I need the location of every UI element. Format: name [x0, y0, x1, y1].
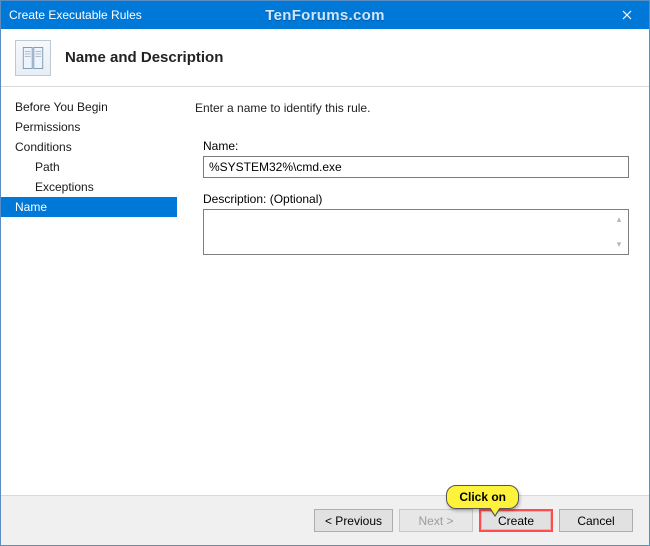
- wizard-icon: [15, 40, 51, 76]
- description-input[interactable]: ▴ ▾: [203, 209, 629, 255]
- next-button: Next >: [399, 509, 473, 532]
- close-icon: [622, 10, 632, 20]
- instruction-text: Enter a name to identify this rule.: [195, 101, 629, 115]
- scroll-up-icon: ▴: [617, 214, 622, 225]
- name-input[interactable]: [203, 156, 629, 178]
- sidebar-item-before-you-begin[interactable]: Before You Begin: [1, 97, 177, 117]
- annotation-callout: Click on: [446, 485, 519, 509]
- document-icon: [20, 45, 46, 71]
- sidebar-item-exceptions[interactable]: Exceptions: [1, 177, 177, 197]
- page-heading: Name and Description: [65, 49, 223, 66]
- window-title: Create Executable Rules: [9, 8, 142, 22]
- wizard-window: Create Executable Rules TenForums.com Na…: [0, 0, 650, 546]
- name-label: Name:: [203, 139, 629, 153]
- cancel-button[interactable]: Cancel: [559, 509, 633, 532]
- previous-button[interactable]: < Previous: [314, 509, 393, 532]
- sidebar: Before You Begin Permissions Conditions …: [1, 87, 177, 495]
- description-label: Description: (Optional): [203, 192, 629, 206]
- close-button[interactable]: [605, 1, 649, 29]
- scrollbar[interactable]: ▴ ▾: [612, 212, 626, 252]
- wizard-body: Before You Begin Permissions Conditions …: [1, 87, 649, 495]
- scroll-down-icon: ▾: [617, 239, 622, 250]
- content-pane: Enter a name to identify this rule. Name…: [177, 87, 649, 495]
- wizard-header: Name and Description: [1, 29, 649, 87]
- sidebar-item-permissions[interactable]: Permissions: [1, 117, 177, 137]
- wizard-footer: Click on < Previous Next > Create Cancel: [1, 495, 649, 545]
- sidebar-item-name[interactable]: Name: [1, 197, 177, 217]
- titlebar: Create Executable Rules TenForums.com: [1, 1, 649, 29]
- sidebar-item-path[interactable]: Path: [1, 157, 177, 177]
- sidebar-item-conditions[interactable]: Conditions: [1, 137, 177, 157]
- watermark-text: TenForums.com: [265, 7, 384, 24]
